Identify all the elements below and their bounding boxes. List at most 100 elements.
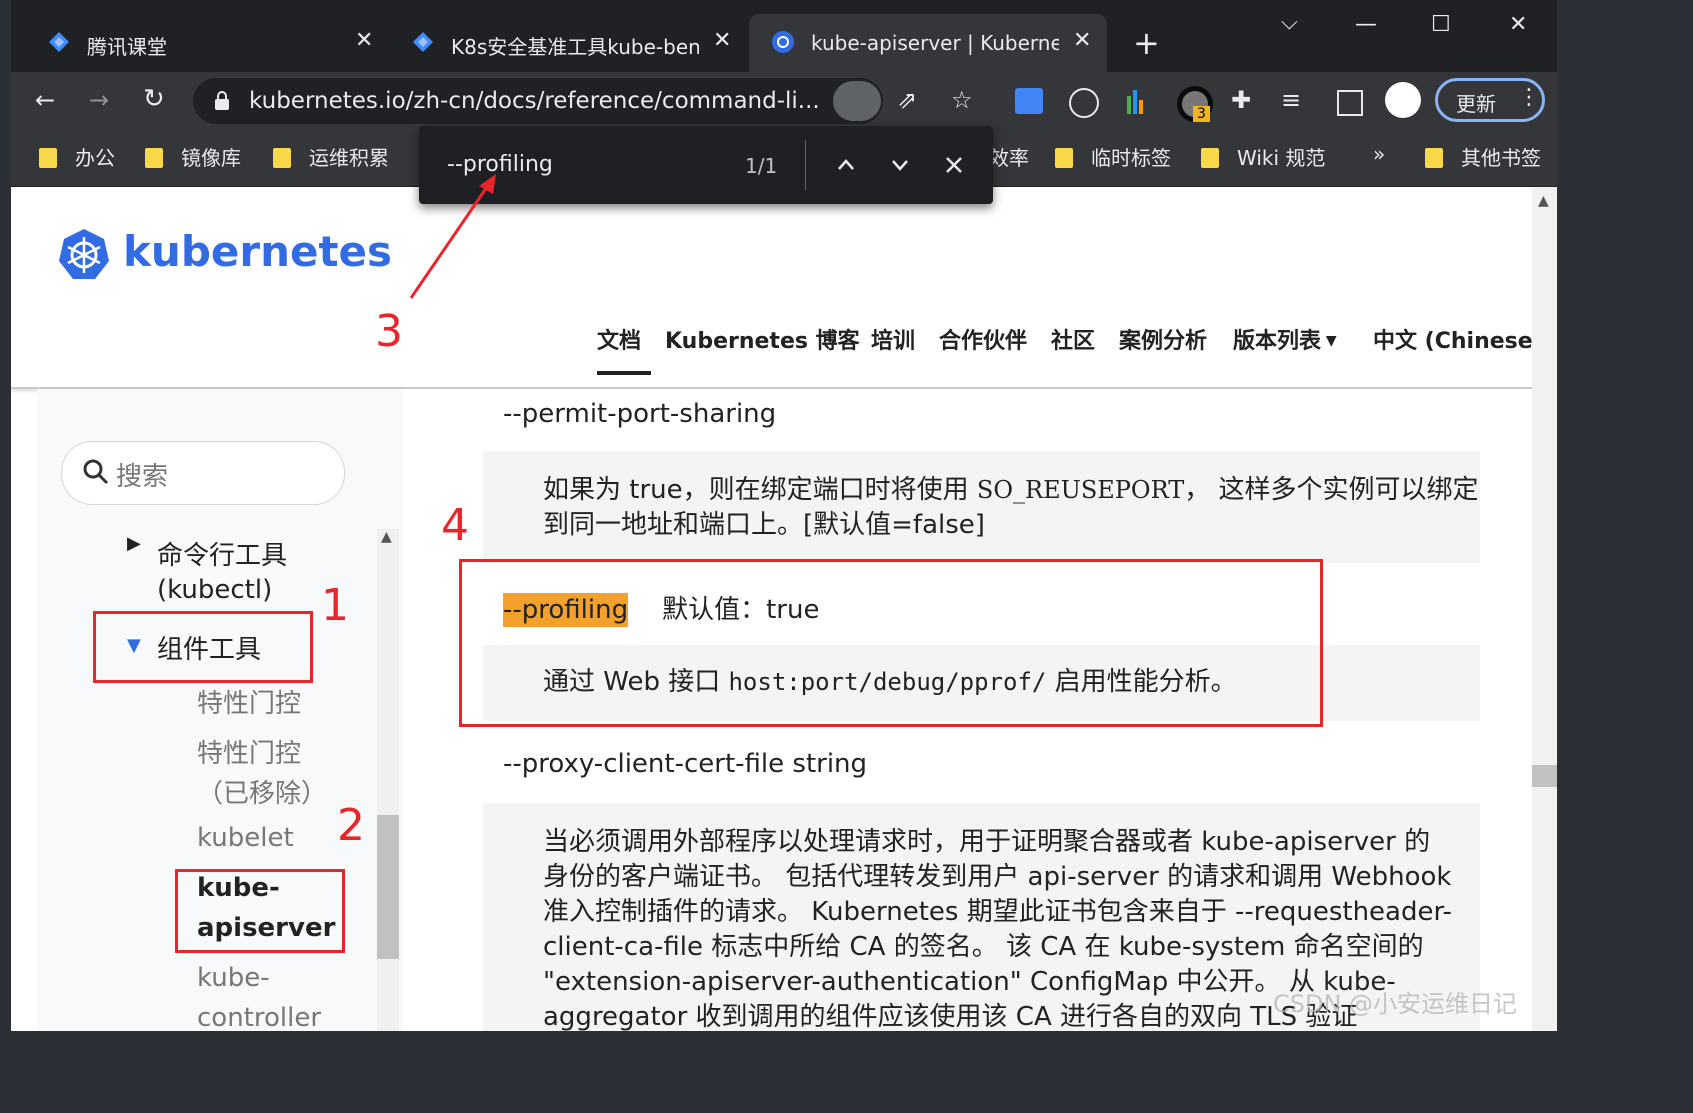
maximize-button[interactable]: ☐	[1431, 12, 1451, 37]
bookmarks-overflow-icon[interactable]: »	[1373, 142, 1385, 166]
option-proxy-client-cert-file: --proxy-client-cert-file string	[503, 749, 868, 779]
annotation-number-2: 2	[337, 800, 365, 851]
nav-docs[interactable]: 文档	[597, 323, 641, 355]
tab-search-icon[interactable]: ⌵	[1281, 10, 1298, 35]
nav-versions[interactable]: 版本列表 ▼	[1233, 323, 1337, 355]
search-input[interactable]: 搜索	[61, 441, 345, 505]
tab-close-icon[interactable]: ✕	[713, 28, 731, 53]
description-line: aggregator 收到调用的组件应该使用该 CA 进行各自的双向 TLS 验…	[543, 1002, 1358, 1031]
highlight-box-components	[93, 611, 313, 683]
sidebar-item-kube-controller[interactable]: kube-	[197, 963, 270, 993]
sidebar-item-feature-gates[interactable]: 特性门控	[197, 683, 301, 720]
chevron-down-icon[interactable]	[889, 154, 911, 176]
update-label: 更新	[1456, 92, 1496, 116]
find-divider	[805, 140, 806, 190]
nav-blog[interactable]: Kubernetes 博客	[665, 323, 860, 355]
new-tab-button[interactable]: +	[1133, 24, 1160, 62]
close-icon[interactable]	[943, 154, 965, 176]
search-icon	[83, 459, 109, 485]
scroll-up-icon[interactable]: ▲	[1538, 193, 1549, 209]
caret-right-icon[interactable]: ▶	[127, 533, 141, 554]
tab-kube-apiserver[interactable]: kube-apiserver | Kubernet ✕	[749, 14, 1107, 72]
menu-kebab-icon[interactable]: ⋮	[1518, 85, 1540, 110]
nav-active-indicator	[597, 371, 651, 375]
minimize-button[interactable]: —	[1355, 12, 1377, 37]
update-button[interactable]: 更新 ⋮	[1435, 78, 1545, 122]
bookmark-folder[interactable]: Wiki 规范	[1201, 142, 1325, 171]
chevron-up-icon[interactable]	[835, 154, 857, 176]
nav-community[interactable]: 社区	[1051, 323, 1095, 355]
sidebar-scroll-thumb[interactable]	[377, 815, 399, 959]
scroll-up-icon[interactable]: ▲	[381, 529, 392, 545]
annotation-number-4: 4	[441, 500, 469, 551]
translate-icon[interactable]	[1015, 88, 1043, 114]
lock-icon	[215, 91, 229, 110]
tencent-classroom-icon	[413, 32, 433, 52]
sidebar-item-kubelet[interactable]: kubelet	[197, 823, 294, 853]
sidebar-item-feature-gates-removed-sub[interactable]: （已移除）	[197, 773, 327, 810]
docs-content: --permit-port-sharing 如果为 true，则在绑定端口时将使…	[403, 389, 1532, 1031]
reload-icon[interactable]: ↻	[143, 84, 165, 114]
nav-language[interactable]: 中文 (Chinese)	[1373, 323, 1543, 355]
web-page: kubernetes 文档 Kubernetes 博客 培训 合作伙伴 社区 案…	[11, 187, 1543, 1031]
annotation-arrow	[409, 174, 496, 299]
share-icon[interactable]: ⇗	[897, 86, 917, 114]
nav-case-studies[interactable]: 案例分析	[1119, 323, 1207, 355]
chart-extension-icon[interactable]	[1123, 90, 1147, 114]
puzzle-icon[interactable]: ✚	[1231, 86, 1251, 114]
option-permit-port-sharing: --permit-port-sharing	[503, 399, 777, 429]
tab-close-icon[interactable]: ✕	[1073, 28, 1091, 53]
sidebar-item-kubectl[interactable]: 命令行工具	[157, 535, 287, 572]
nav-versions-label: 版本列表	[1233, 329, 1322, 354]
tab-tencent-classroom[interactable]: 腾讯课堂 ✕	[25, 14, 387, 72]
kubernetes-icon	[772, 31, 794, 53]
bookmark-label: 办公	[75, 146, 115, 170]
highlight-box-profiling	[459, 559, 1323, 727]
sidebar-item-feature-gates-removed[interactable]: 特性门控	[197, 733, 301, 770]
sidebar-scrollbar[interactable]: ▲	[377, 529, 399, 1031]
side-panel-icon[interactable]	[1337, 90, 1363, 116]
caret-down-icon: ▼	[1321, 333, 1337, 349]
nav-training[interactable]: 培训	[871, 323, 915, 355]
bookmark-label: 效率	[989, 146, 1029, 170]
bookmark-folder[interactable]: 办公	[39, 142, 115, 171]
kubernetes-logo-text[interactable]: kubernetes	[123, 227, 392, 276]
page-scroll-thumb[interactable]	[1532, 765, 1557, 787]
bookmark-folder[interactable]: 运维积累	[273, 142, 389, 171]
description-line: 身份的客户端证书。 包括代理转发到用户 api-server 的请求和调用 We…	[543, 862, 1452, 892]
page-scrollbar[interactable]: ▲	[1532, 187, 1557, 1031]
bookmark-folder[interactable]: 镜像库	[145, 142, 241, 171]
description-line: client-ca-file 标志中所给 CA 的签名。 该 CA 在 kube…	[543, 932, 1424, 962]
docs-sidebar: 搜索 ▶ 命令行工具 (kubectl) ▼ 组件工具 特性门控 特性门控 （已…	[37, 389, 404, 1031]
description-text: 如果为 true，则在绑定端口时将使用	[543, 475, 977, 505]
sidebar-item-kubectl-sub[interactable]: (kubectl)	[157, 575, 272, 605]
back-icon[interactable]: ←	[35, 86, 55, 114]
forward-icon[interactable]: →	[89, 86, 109, 114]
tab-title: 腾讯课堂	[87, 35, 167, 59]
watermark: CSDN @小安运维日记	[1273, 990, 1518, 1018]
find-in-page-icon[interactable]	[833, 81, 881, 121]
reading-list-icon[interactable]: ≡	[1281, 86, 1301, 114]
folder-icon	[39, 148, 57, 168]
close-window-button[interactable]: ✕	[1509, 12, 1527, 37]
extension-icon[interactable]	[1069, 88, 1099, 118]
avatar[interactable]	[1385, 82, 1421, 118]
sidebar-item-kube-controller-sub[interactable]: controller	[197, 1003, 321, 1031]
bookmark-folder[interactable]: 效率	[989, 142, 1029, 171]
bookmark-label: 其他书签	[1461, 146, 1541, 170]
bookmark-folder[interactable]: 临时标签	[1055, 142, 1171, 171]
folder-icon	[145, 148, 163, 168]
tab-k8s-bench[interactable]: K8s安全基准工具kube-benc ✕	[389, 14, 747, 72]
nav-partners[interactable]: 合作伙伴	[939, 323, 1027, 355]
bookmark-star-icon[interactable]: ☆	[951, 86, 973, 114]
tab-close-icon[interactable]: ✕	[355, 28, 373, 53]
description-line: 如果为 true，则在绑定端口时将使用 SO_REUSEPORT， 这样多个实例…	[543, 473, 1479, 508]
folder-icon	[273, 148, 291, 168]
address-bar[interactable]: kubernetes.io/zh-cn/docs/reference/comma…	[193, 78, 973, 124]
kubernetes-logo-icon[interactable]	[57, 227, 111, 281]
url-text: kubernetes.io/zh-cn/docs/reference/comma…	[249, 88, 820, 114]
description-line: 准入控制插件的请求。 Kubernetes 期望此证书包含来自于 --reque…	[543, 897, 1452, 927]
bookmark-folder-other[interactable]: 其他书签	[1425, 142, 1541, 171]
bookmark-label: 临时标签	[1091, 146, 1171, 170]
description-line: 到同一地址和端口上。[默认值=false]	[543, 510, 985, 540]
